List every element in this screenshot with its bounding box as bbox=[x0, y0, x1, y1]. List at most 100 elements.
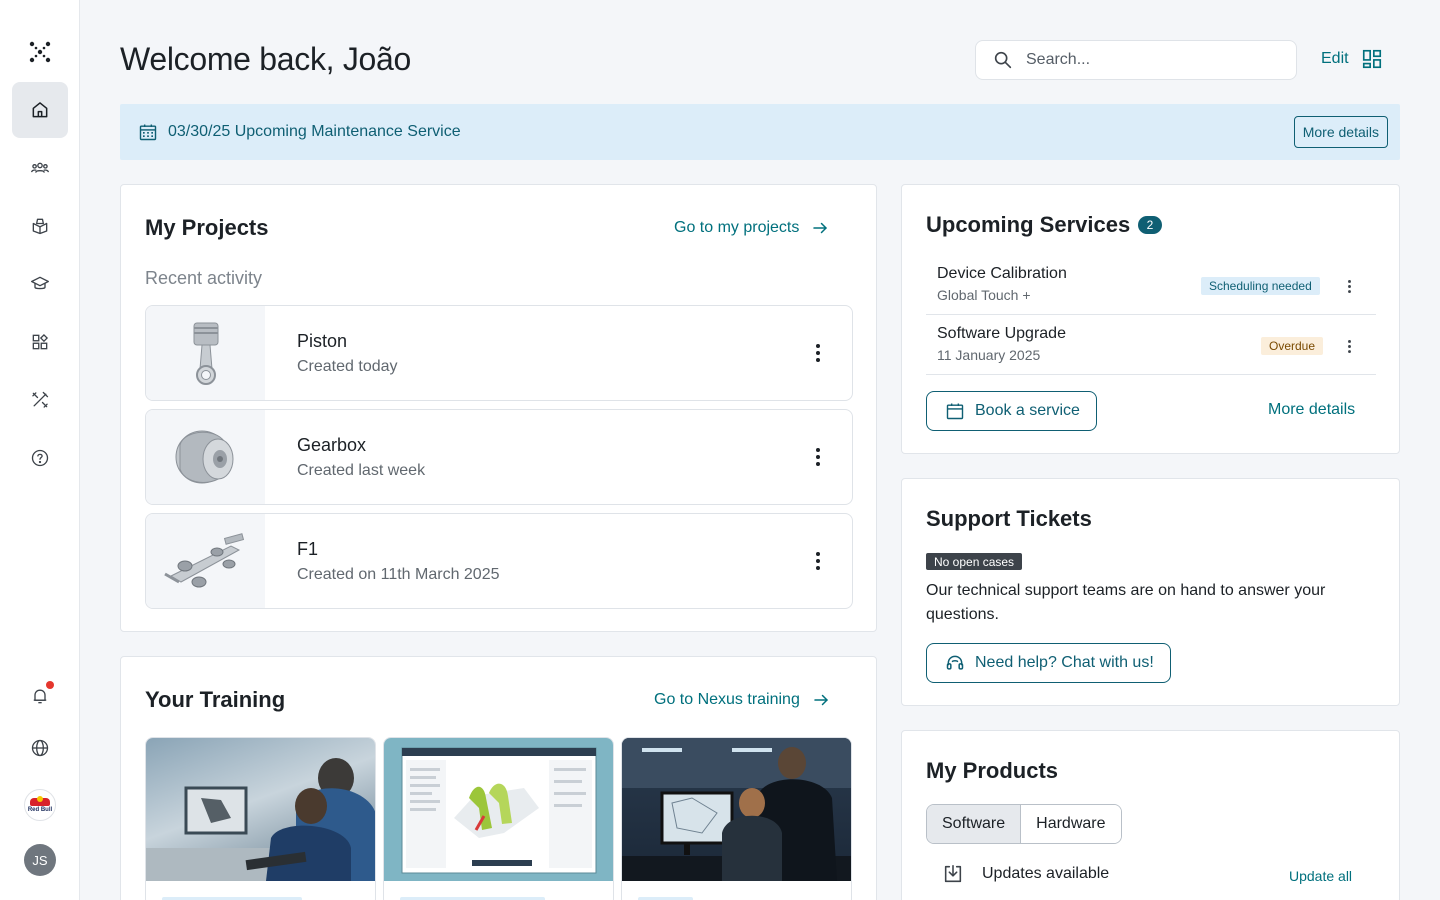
product-type-toggle: Software Hardware bbox=[926, 804, 1122, 844]
service-menu-button[interactable] bbox=[1337, 334, 1361, 358]
sidebar-item-tools[interactable] bbox=[12, 372, 68, 428]
organization-logo[interactable]: Red Bull bbox=[24, 789, 56, 821]
box-icon bbox=[32, 218, 48, 235]
graduation-cap-icon bbox=[31, 276, 49, 290]
search-box[interactable] bbox=[975, 40, 1297, 80]
f1-thumbnail bbox=[146, 514, 265, 608]
my-projects-card: My Projects Go to my projects Recent act… bbox=[120, 184, 877, 632]
bell-icon bbox=[33, 689, 47, 704]
sidebar-item-help[interactable] bbox=[12, 430, 68, 486]
chat-support-button[interactable]: Need help? Chat with us! bbox=[926, 643, 1171, 683]
users-icon bbox=[31, 162, 49, 173]
organization-logo-text: Red Bull bbox=[27, 806, 53, 813]
headset-icon bbox=[946, 655, 964, 670]
download-icon bbox=[944, 864, 962, 883]
book-service-label: Book a service bbox=[975, 402, 1080, 419]
project-item-f1[interactable]: F1 Created on 11th March 2025 bbox=[145, 513, 853, 609]
service-subtitle: Global Touch + bbox=[937, 287, 1031, 303]
sidebar-item-training[interactable] bbox=[12, 256, 68, 312]
edit-label: Edit bbox=[1321, 50, 1349, 67]
arrow-right-icon bbox=[814, 694, 828, 706]
project-name: Gearbox bbox=[297, 435, 367, 455]
help-icon bbox=[31, 449, 49, 467]
services-count-badge: 2 bbox=[1138, 216, 1162, 234]
avatar[interactable]: JS bbox=[24, 844, 56, 876]
tab-software[interactable]: Software bbox=[927, 805, 1022, 843]
project-menu-button[interactable] bbox=[806, 445, 830, 469]
my-products-title: My Products bbox=[926, 758, 1059, 783]
calendar-icon bbox=[946, 403, 964, 420]
book-service-button[interactable]: Book a service bbox=[926, 391, 1097, 431]
go-to-training-label: Go to Nexus training bbox=[654, 691, 800, 708]
sidebar-item-users[interactable] bbox=[12, 140, 68, 196]
project-subtitle: Created on 11th March 2025 bbox=[297, 566, 500, 583]
service-name: Device Calibration bbox=[937, 265, 1067, 282]
go-to-projects-label: Go to my projects bbox=[674, 219, 800, 236]
training-card[interactable] bbox=[621, 737, 852, 900]
support-tickets-title: Support Tickets bbox=[926, 506, 1092, 531]
project-menu-button[interactable] bbox=[806, 549, 830, 573]
sidebar-item-home[interactable] bbox=[12, 82, 68, 138]
edit-dashboard-button[interactable]: Edit bbox=[1321, 48, 1383, 70]
kebab-menu-icon bbox=[816, 552, 820, 570]
kebab-menu-icon bbox=[816, 344, 820, 362]
service-item[interactable]: Software Upgrade 11 January 2025 Overdue bbox=[926, 315, 1376, 375]
your-training-title: Your Training bbox=[145, 687, 286, 712]
gearbox-thumbnail bbox=[146, 410, 265, 504]
your-training-card: Your Training Go to Nexus training bbox=[120, 656, 877, 900]
status-badge: No open cases bbox=[926, 553, 1023, 570]
training-image-software bbox=[384, 738, 613, 881]
training-card[interactable] bbox=[383, 737, 614, 900]
upcoming-services-title: Upcoming Services bbox=[926, 212, 1131, 237]
kebab-menu-icon bbox=[816, 448, 820, 466]
sidebar-item-apps[interactable] bbox=[12, 314, 68, 370]
search-input[interactable] bbox=[1026, 51, 1266, 69]
tools-icon bbox=[32, 391, 49, 408]
arrow-right-icon bbox=[813, 222, 828, 234]
kebab-menu-icon bbox=[1347, 279, 1351, 293]
app-logo-icon[interactable] bbox=[28, 40, 52, 64]
sidebar-item-products[interactable] bbox=[12, 198, 68, 254]
sidebar-item-notifications[interactable] bbox=[12, 668, 68, 724]
chat-support-label: Need help? Chat with us! bbox=[975, 654, 1154, 671]
updates-available-label: Updates available bbox=[982, 865, 1110, 882]
training-image-engineers bbox=[146, 738, 375, 881]
project-name: F1 bbox=[297, 539, 319, 559]
go-to-projects-link[interactable]: Go to my projects bbox=[674, 219, 829, 237]
banner-text: 03/30/25 Upcoming Maintenance Service bbox=[168, 123, 461, 140]
my-projects-title: My Projects bbox=[145, 215, 269, 240]
sidebar: Red Bull JS bbox=[0, 0, 80, 900]
go-to-training-link[interactable]: Go to Nexus training bbox=[654, 691, 830, 709]
project-item-piston[interactable]: Piston Created today bbox=[145, 305, 853, 401]
banner-more-details-button[interactable]: More details bbox=[1293, 116, 1388, 148]
status-badge: Overdue bbox=[1261, 337, 1324, 355]
project-item-gearbox[interactable]: Gearbox Created last week bbox=[145, 409, 853, 505]
home-icon bbox=[32, 102, 48, 118]
update-all-link[interactable]: Update all bbox=[1289, 868, 1352, 884]
notification-dot bbox=[46, 681, 54, 689]
search-icon bbox=[994, 51, 1012, 69]
project-menu-button[interactable] bbox=[806, 341, 830, 365]
recent-activity-label: Recent activity bbox=[145, 268, 263, 288]
sidebar-item-language[interactable] bbox=[12, 720, 68, 776]
project-name: Piston bbox=[297, 331, 348, 351]
kebab-menu-icon bbox=[1347, 339, 1351, 353]
tab-hardware[interactable]: Hardware bbox=[1021, 805, 1121, 843]
piston-thumbnail bbox=[146, 306, 265, 400]
project-subtitle: Created last week bbox=[297, 462, 426, 479]
status-badge: Scheduling needed bbox=[1201, 277, 1320, 295]
calendar-icon bbox=[139, 124, 157, 141]
support-description: Our technical support teams are on hand … bbox=[926, 582, 1326, 623]
my-products-card: My Products Software Hardware Updates av… bbox=[901, 730, 1400, 900]
dashboard-layout-icon bbox=[1362, 49, 1381, 69]
training-card[interactable] bbox=[145, 737, 376, 900]
services-more-details-link[interactable]: More details bbox=[1268, 401, 1355, 419]
apps-icon bbox=[32, 333, 49, 350]
service-menu-button[interactable] bbox=[1337, 274, 1361, 298]
upcoming-services-card: Upcoming Services 2 Device Calibration G… bbox=[901, 184, 1400, 454]
service-name: Software Upgrade bbox=[937, 325, 1066, 342]
project-subtitle: Created today bbox=[297, 358, 398, 375]
service-item[interactable]: Device Calibration Global Touch + Schedu… bbox=[926, 255, 1376, 315]
service-subtitle: 11 January 2025 bbox=[937, 347, 1041, 363]
training-image-office bbox=[622, 738, 851, 881]
